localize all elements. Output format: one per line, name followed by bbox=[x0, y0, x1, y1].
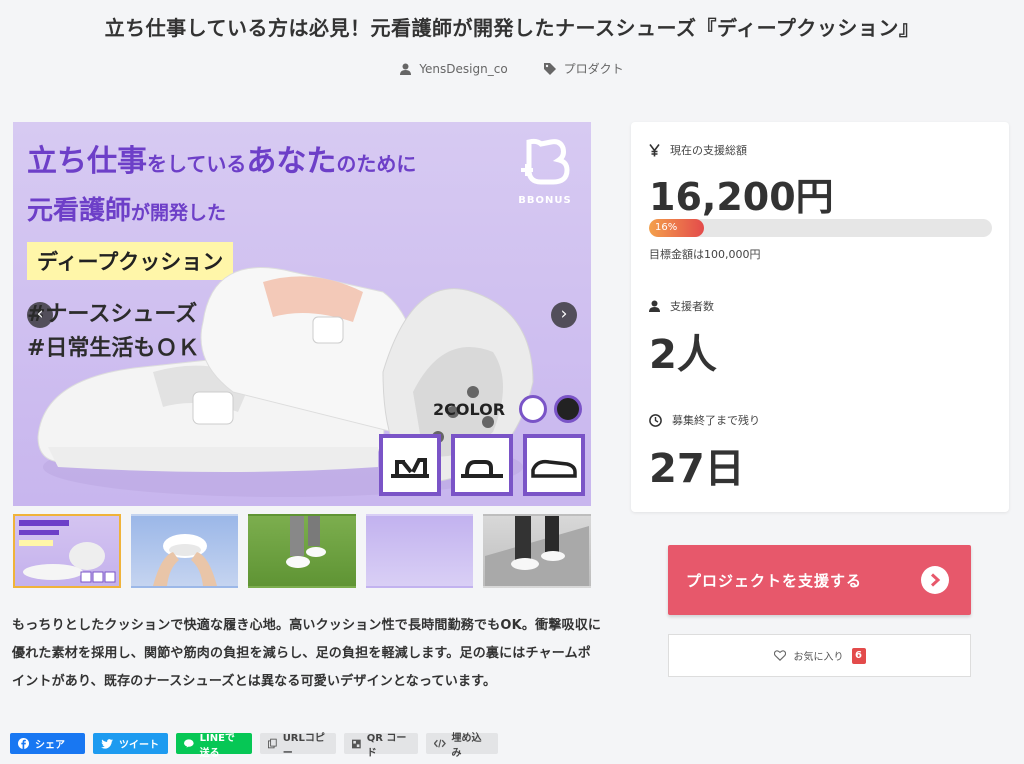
color-count-label: 2COLOR bbox=[433, 400, 506, 419]
bbonus-logo-icon bbox=[521, 138, 570, 185]
thumbnail-3[interactable] bbox=[248, 514, 356, 588]
twitter-share-button[interactable]: ツイート bbox=[93, 733, 168, 754]
line-share-button[interactable]: LINEで送る bbox=[176, 733, 252, 759]
favorite-label: お気に入り bbox=[793, 652, 844, 663]
thumbnail-4[interactable] bbox=[365, 514, 474, 588]
user-icon bbox=[400, 63, 412, 75]
thumbnail-1[interactable] bbox=[13, 514, 121, 588]
hero-hashtag-2: #日常生活もＯＫ bbox=[27, 336, 200, 361]
author-name: YensDesign_co bbox=[419, 61, 508, 76]
remaining-value: 27日 bbox=[649, 446, 745, 492]
author-link[interactable]: YensDesign_co bbox=[400, 60, 508, 77]
backers-label-row: 支援者数 bbox=[649, 298, 714, 314]
slip-on-icon bbox=[523, 434, 585, 496]
remaining-label-row: 募集終了まで残り bbox=[649, 412, 760, 428]
tag-icon bbox=[543, 62, 556, 75]
share-bar: シェア ツイート LINEで送る URLコピー QR コード 埋め込み bbox=[10, 733, 498, 759]
slider-prev-button[interactable]: ‹ bbox=[27, 302, 53, 328]
facebook-share-button[interactable]: シェア bbox=[10, 733, 85, 754]
total-amount-value: 16,200円 bbox=[649, 175, 834, 219]
chevron-right-icon bbox=[921, 566, 949, 594]
funding-stats-card: 現在の支援総額 16,200円 16% 目標金額は100,000円 支援者数 2… bbox=[631, 122, 1009, 512]
remaining-label: 募集終了まで残り bbox=[672, 414, 760, 427]
support-project-button[interactable]: プロジェクトを支援する bbox=[668, 545, 971, 615]
copy-icon bbox=[268, 738, 277, 749]
url-copy-button[interactable]: URLコピー bbox=[260, 733, 336, 759]
favorite-count-badge: 6 bbox=[851, 647, 866, 664]
total-amount-label-row: 現在の支援総額 bbox=[649, 142, 747, 158]
thumbnail-5[interactable] bbox=[483, 514, 591, 588]
sandal-icon bbox=[379, 434, 441, 496]
embed-button[interactable]: 埋め込み bbox=[426, 733, 498, 759]
goal-amount: 目標金額は100,000円 bbox=[649, 248, 761, 261]
twitter-icon bbox=[101, 738, 113, 749]
qr-code-icon bbox=[352, 739, 361, 748]
support-button-label: プロジェクトを支援する bbox=[686, 571, 863, 590]
line-icon bbox=[184, 739, 194, 748]
project-description: もっちりとしたクッションで快適な履き心地。高いクッション性で長時間勤務でもOK。… bbox=[12, 618, 602, 689]
brand-logo: BBONUS bbox=[505, 132, 585, 206]
hero-headline-1: 立ち仕事をしているあなたのために bbox=[27, 144, 417, 179]
main-image: 立ち仕事をしているあなたのために 元看護師が開発した ディープクッション #ナー… bbox=[13, 122, 591, 506]
thumbnail-2[interactable] bbox=[130, 514, 239, 588]
clock-icon bbox=[649, 413, 662, 427]
backers-value: 2人 bbox=[649, 332, 717, 378]
facebook-icon bbox=[18, 738, 29, 749]
progress-fill: 16% bbox=[649, 219, 704, 237]
backers-label: 支援者数 bbox=[670, 300, 714, 313]
project-meta: YensDesign_co プロダクト bbox=[0, 60, 1024, 77]
slide-sandal-icon bbox=[451, 434, 513, 496]
code-icon bbox=[434, 739, 446, 748]
page-title: 立ち仕事している方は必見！元看護師が開発したナースシューズ『ディープクッション』 bbox=[104, 16, 920, 40]
category-name: プロダクト bbox=[563, 62, 624, 76]
favorite-button[interactable]: お気に入り 6 bbox=[668, 634, 971, 677]
total-amount-label: 現在の支援総額 bbox=[670, 144, 747, 157]
slider-next-button[interactable]: › bbox=[551, 302, 577, 328]
brand-name: BBONUS bbox=[518, 195, 572, 206]
category-link[interactable]: プロダクト bbox=[543, 60, 624, 77]
heart-icon bbox=[773, 650, 786, 661]
funding-progress-bar: 16% bbox=[649, 219, 992, 237]
image-thumbnails bbox=[13, 514, 591, 588]
yen-icon bbox=[649, 143, 660, 156]
color-swatch-white bbox=[519, 395, 547, 423]
user-icon bbox=[649, 300, 660, 312]
qr-code-button[interactable]: QR コード bbox=[344, 733, 418, 759]
color-swatch-black bbox=[554, 395, 582, 423]
